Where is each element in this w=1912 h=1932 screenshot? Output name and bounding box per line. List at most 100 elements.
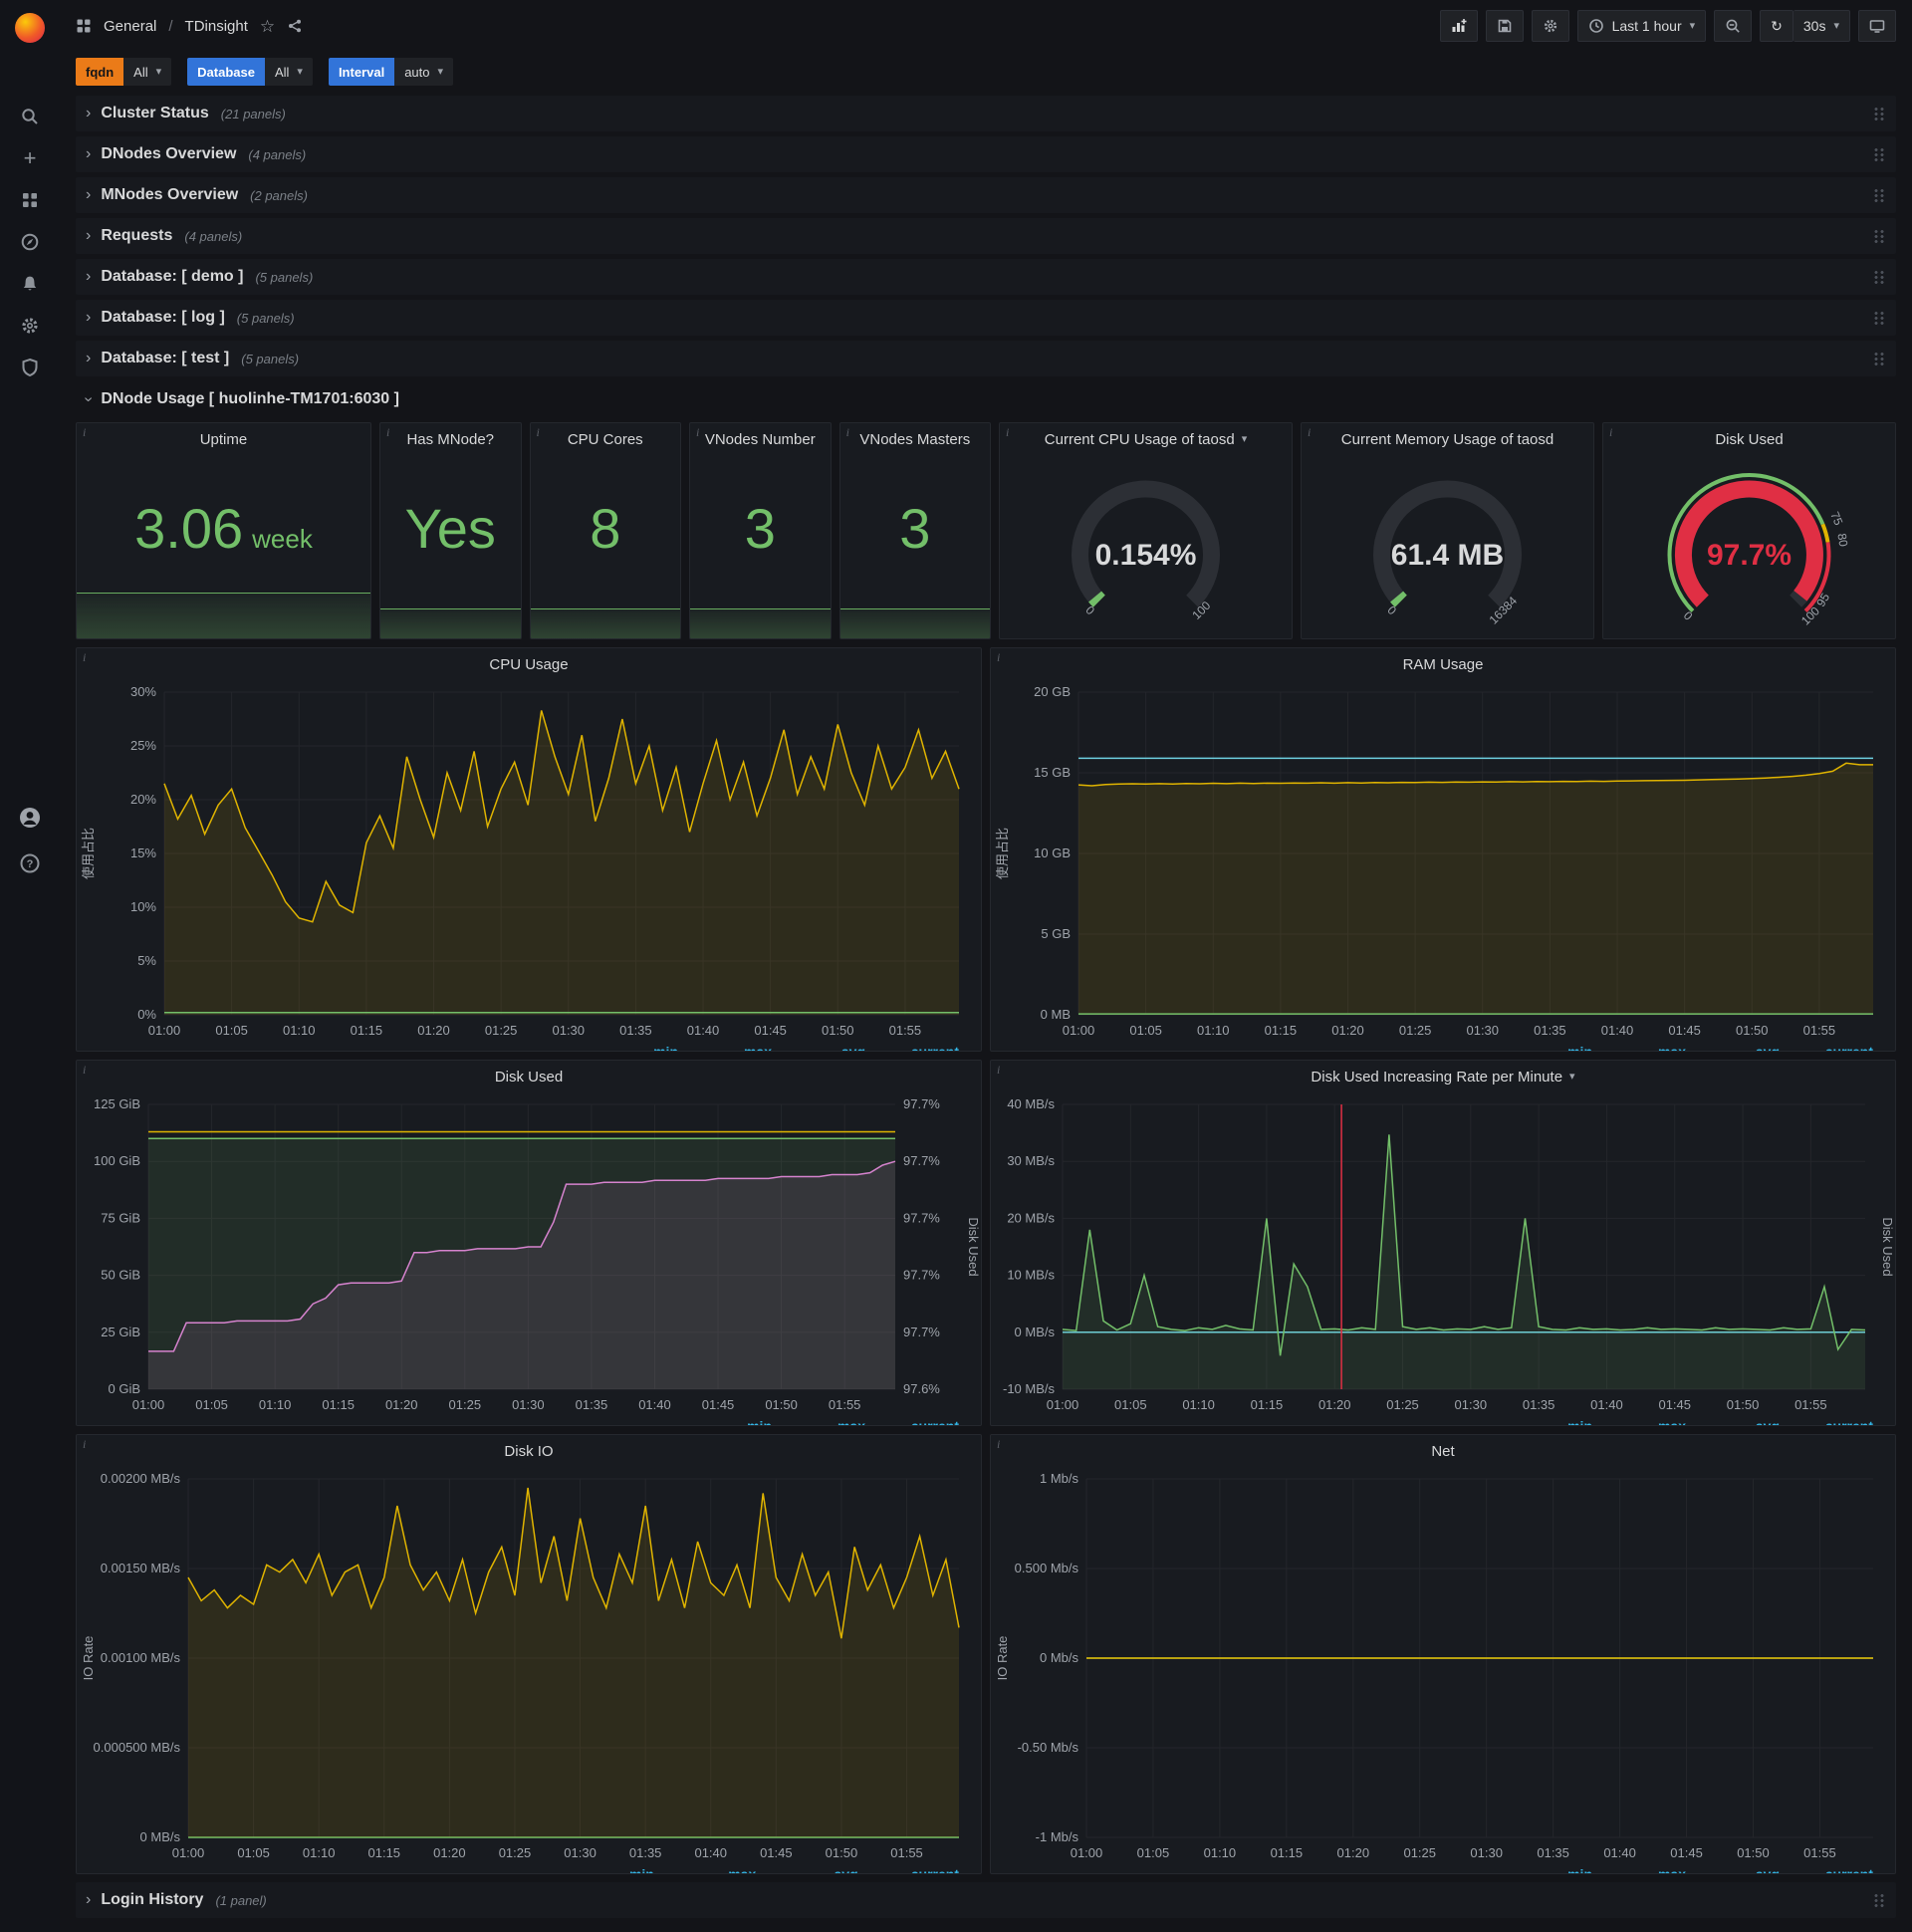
info-icon[interactable]: i <box>537 425 540 440</box>
ram-usage-chart[interactable]: 20 GB 15 GB 10 GB 5 GB 0 MB 01:00 01:05 01:10 01… <box>991 680 1895 1043</box>
panel-title[interactable]: CPU Usage <box>77 648 981 680</box>
panel-title[interactable]: Disk Used Increasing Rate per Minute ▾ <box>991 1061 1895 1092</box>
panel-title[interactable]: VNodes Masters <box>840 423 990 455</box>
legend-column-header[interactable]: avg <box>780 1043 873 1051</box>
row-drag-handle[interactable] <box>1873 351 1886 366</box>
cycle-view-tv-icon[interactable] <box>1858 10 1896 42</box>
refresh-interval-picker[interactable]: 30s ▾ <box>1792 10 1850 42</box>
legend-column-header[interactable]: max <box>1600 1417 1694 1425</box>
legend-column-header[interactable]: max <box>780 1417 873 1425</box>
dashboard-squares-icon[interactable] <box>76 18 92 34</box>
legend-column-header[interactable]: current <box>873 1043 967 1051</box>
legend-column-header[interactable]: min <box>1507 1417 1600 1425</box>
legend-column-header[interactable]: min <box>563 1865 662 1873</box>
legend-column-header[interactable]: current <box>1788 1865 1881 1873</box>
dashboard-settings-gear-icon[interactable] <box>1531 10 1569 42</box>
variable-fqdn[interactable]: fqdn All ▾ <box>76 58 172 86</box>
row-mnodes-overview[interactable]: › MNodes Overview (2 panels) <box>76 177 1896 213</box>
legend-column-header[interactable]: min <box>593 1043 686 1051</box>
legend-column-header[interactable]: max <box>1600 1043 1694 1051</box>
breadcrumb-section[interactable]: General <box>104 18 156 35</box>
variable-database[interactable]: Database All ▾ <box>187 58 313 86</box>
panel-title[interactable]: Disk Used <box>1603 423 1895 455</box>
info-icon[interactable]: i <box>83 650 86 665</box>
legend-column-header[interactable]: min <box>686 1417 780 1425</box>
legend-column-header[interactable]: current <box>1788 1043 1881 1051</box>
panel-title[interactable]: CPU Cores <box>531 423 680 455</box>
time-range-picker[interactable]: Last 1 hour ▾ <box>1576 10 1707 42</box>
refresh-icon[interactable]: ↻ <box>1760 10 1793 42</box>
legend-column-header[interactable]: avg <box>1694 1043 1788 1051</box>
user-avatar[interactable] <box>0 797 60 839</box>
star-icon[interactable]: ☆ <box>260 18 275 35</box>
info-icon[interactable]: i <box>997 1437 1000 1452</box>
variable-interval-value[interactable]: auto ▾ <box>394 58 454 86</box>
server-admin-shield-icon[interactable] <box>0 347 60 388</box>
zoom-out-button[interactable] <box>1714 10 1753 42</box>
variable-database-value[interactable]: All ▾ <box>264 58 313 86</box>
row-drag-handle[interactable] <box>1873 146 1886 162</box>
info-icon[interactable]: i <box>1006 425 1009 440</box>
panel-title[interactable]: Current CPU Usage of taosd ▾ <box>1000 423 1292 455</box>
save-dashboard-button[interactable] <box>1485 10 1524 42</box>
info-icon[interactable]: i <box>83 1063 86 1078</box>
info-icon[interactable]: i <box>997 650 1000 665</box>
dashboards-icon[interactable] <box>0 179 60 221</box>
panel-title[interactable]: RAM Usage <box>991 648 1895 680</box>
panel-title[interactable]: Has MNode? <box>380 423 521 455</box>
row-requests[interactable]: › Requests (4 panels) <box>76 218 1896 254</box>
row-database-demo[interactable]: › Database: [ demo ] (5 panels) <box>76 259 1896 295</box>
row-drag-handle[interactable] <box>1873 310 1886 326</box>
row-dnode-usage[interactable]: › DNode Usage [ huolinhe-TM1701:6030 ] <box>76 381 1896 417</box>
legend-column-header[interactable]: avg <box>1694 1417 1788 1425</box>
net-chart[interactable]: 1 Mb/s 0.500 Mb/s 0 Mb/s -0.50 Mb/s -1 Mb/s 0… <box>991 1467 1895 1865</box>
row-database-log[interactable]: › Database: [ log ] (5 panels) <box>76 300 1896 336</box>
legend-column-header[interactable]: avg <box>1694 1865 1788 1873</box>
search-icon[interactable] <box>0 96 60 137</box>
configuration-gear-icon[interactable] <box>0 305 60 347</box>
panel-title[interactable]: Net <box>991 1435 1895 1467</box>
row-drag-handle[interactable] <box>1873 269 1886 285</box>
legend-column-header[interactable]: current <box>1788 1417 1881 1425</box>
legend-column-header[interactable]: current <box>873 1417 967 1425</box>
info-icon[interactable]: i <box>83 1437 86 1452</box>
legend-column-header[interactable]: max <box>686 1043 780 1051</box>
panel-title[interactable]: Disk Used <box>77 1061 981 1092</box>
info-icon[interactable]: i <box>1308 425 1311 440</box>
legend-column-header[interactable]: max <box>662 1865 764 1873</box>
disk-used-chart[interactable]: 125 GiB 97.7% 100 GiB 97.7% 75 GiB 97.7% 50 Gi… <box>77 1092 981 1417</box>
disk-io-chart[interactable]: 0.00200 MB/s 0.00150 MB/s 0.00100 MB/s 0.00… <box>77 1467 981 1865</box>
grafana-logo[interactable] <box>0 0 60 56</box>
add-panel-button[interactable] <box>1439 10 1478 42</box>
panel-title[interactable]: Current Memory Usage of taosd <box>1302 423 1593 455</box>
info-icon[interactable]: i <box>386 425 389 440</box>
panel-title[interactable]: Uptime <box>77 423 370 455</box>
variable-fqdn-value[interactable]: All ▾ <box>123 58 172 86</box>
legend-column-header[interactable]: min <box>1507 1865 1600 1873</box>
row-cluster-status[interactable]: › Cluster Status (21 panels) <box>76 96 1896 131</box>
row-drag-handle[interactable] <box>1873 1892 1886 1908</box>
info-icon[interactable]: i <box>696 425 699 440</box>
alerting-bell-icon[interactable] <box>0 263 60 305</box>
info-icon[interactable]: i <box>83 425 86 440</box>
legend-column-header[interactable]: avg <box>764 1865 865 1873</box>
legend-column-header[interactable]: min <box>1507 1043 1600 1051</box>
legend-column-header[interactable]: current <box>866 1865 967 1873</box>
explore-compass-icon[interactable] <box>0 221 60 263</box>
info-icon[interactable]: i <box>846 425 849 440</box>
disk-rate-chart[interactable]: 40 MB/s 30 MB/s 20 MB/s 10 MB/s 0 MB/s -10 MB… <box>991 1092 1895 1417</box>
share-icon[interactable] <box>287 18 303 34</box>
row-database-test[interactable]: › Database: [ test ] (5 panels) <box>76 341 1896 376</box>
cpu-usage-chart[interactable]: 30% 25% 20% 15% 10% 5% 0% 01:00 01:05 01:10 01:15 0… <box>77 680 981 1043</box>
row-dnodes-overview[interactable]: › DNodes Overview (4 panels) <box>76 136 1896 172</box>
row-drag-handle[interactable] <box>1873 106 1886 121</box>
row-drag-handle[interactable] <box>1873 187 1886 203</box>
breadcrumb-title[interactable]: TDinsight <box>185 18 248 35</box>
variable-interval[interactable]: Interval auto ▾ <box>328 58 454 86</box>
panel-title[interactable]: Disk IO <box>77 1435 981 1467</box>
create-plus-icon[interactable]: + <box>0 137 60 179</box>
info-icon[interactable]: i <box>1609 425 1612 440</box>
panel-title[interactable]: VNodes Number <box>690 423 831 455</box>
legend-column-header[interactable]: max <box>1600 1865 1694 1873</box>
info-icon[interactable]: i <box>997 1063 1000 1078</box>
